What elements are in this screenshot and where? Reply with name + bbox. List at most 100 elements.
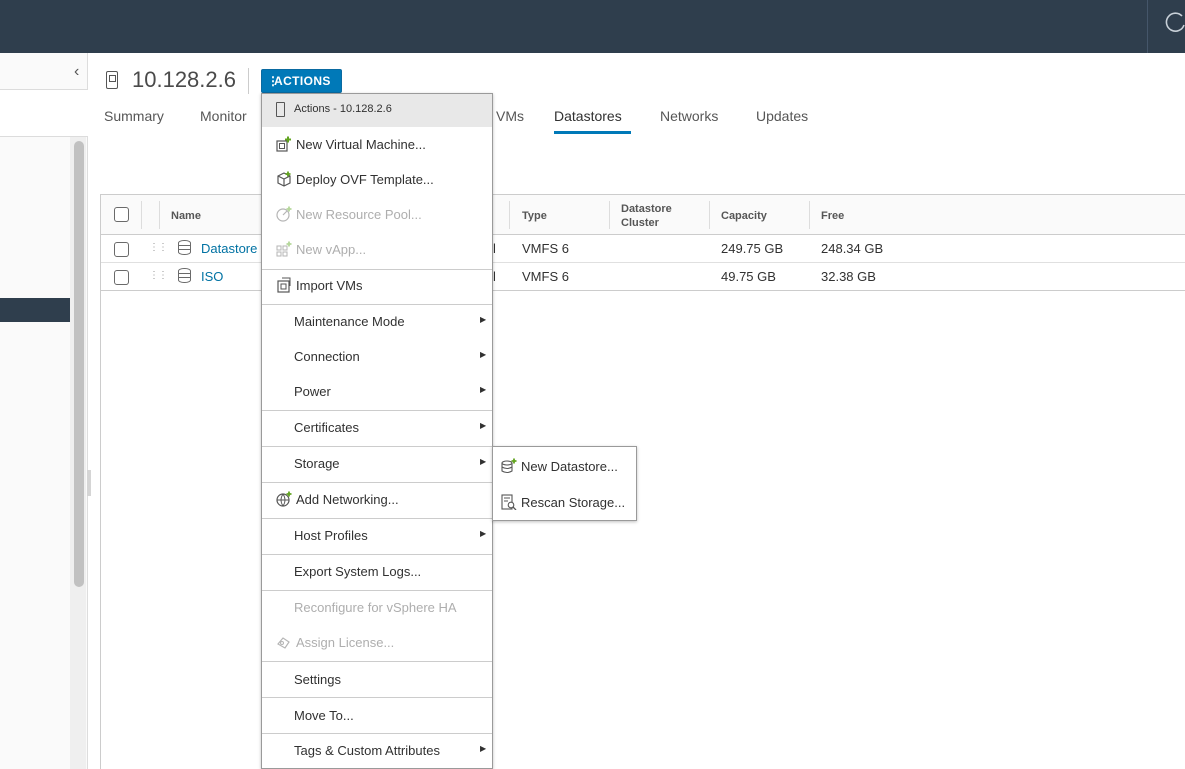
menu-item-new-vapp[interactable]: New vApp... [262,232,492,267]
tab-updates[interactable]: Updates [756,108,808,124]
menu-item-reconfigure-vsphere-ha[interactable]: Reconfigure for vSphere HA [262,590,492,625]
menu-item-settings[interactable]: Settings [262,662,492,697]
submenu-arrow-icon: ▶ [480,350,487,359]
menu-item-label: Maintenance Mode [294,314,405,329]
menu-item-storage[interactable]: Storage ▶ [262,446,492,481]
menu-item-label: Certificates [294,420,360,435]
menu-item-connection[interactable]: Connection ▶ [262,339,492,374]
menu-item-certificates[interactable]: Certificates ▶ [262,410,492,445]
menu-item-deploy-ovf-template[interactable]: Deploy OVF Template... [262,162,492,197]
menu-item-tags-custom-attributes[interactable]: Tags & Custom Attributes ▶ [262,733,492,768]
page-title: 10.128.2.6 [132,67,236,92]
refresh-icon [1165,12,1185,32]
capacity-cell: 249.75 GB [721,241,784,256]
menu-item-label: Add Networking... [296,492,399,507]
menu-item-label: Settings [294,672,341,687]
menu-item-maintenance-mode[interactable]: Maintenance Mode ▶ [262,304,492,339]
deploy-ovf-icon [277,171,291,187]
menu-item-label: Assign License... [296,635,395,650]
status-cell: l [493,241,496,256]
menu-item-label: Connection [294,349,360,364]
tab-vms[interactable]: VMs [496,108,524,124]
column-separator [609,201,610,229]
menu-item-label: Deploy OVF Template... [296,172,434,187]
menu-item-label: New Resource Pool... [296,207,422,222]
vertical-dots-icon: ⋮ [267,74,280,88]
column-separator [809,201,810,229]
menu-item-rescan-storage[interactable]: Rescan Storage... [493,485,636,520]
drag-handle-icon[interactable]: ⋮⋮ [149,242,168,253]
import-vms-icon [277,277,291,293]
submenu-arrow-icon: ▶ [480,457,487,466]
datastore-name-link[interactable]: ISO [201,269,223,284]
navigator-scroll-thumb[interactable] [74,141,84,587]
status-cell: l [493,269,496,284]
menu-item-new-datastore[interactable]: New Datastore... [493,449,636,484]
navigator-toolbar [0,89,88,137]
menu-item-move-to[interactable]: Move To... [262,698,492,733]
tab-monitor[interactable]: Monitor [200,108,247,124]
rescan-storage-icon [501,494,517,510]
column-separator [509,201,510,229]
datastore-icon [178,240,191,255]
submenu-arrow-icon: ▶ [480,385,487,394]
row-checkbox[interactable] [114,270,129,285]
tab-summary[interactable]: Summary [104,108,164,124]
drag-handle-icon[interactable]: ⋮⋮ [149,270,168,281]
menu-header: Actions - 10.128.2.6 [262,94,492,127]
host-icon [106,71,118,89]
menu-item-label: Reconfigure for vSphere HA [294,600,457,615]
column-header-datastore-cluster[interactable]: Datastore Cluster [621,202,691,230]
datastore-name-link[interactable]: Datastore [201,241,257,256]
resource-pool-icon [276,206,292,222]
actions-button[interactable]: ⋮ ACTIONS [261,69,342,93]
datastore-icon [178,268,191,283]
menu-item-new-virtual-machine[interactable]: New Virtual Machine... [262,127,492,162]
menu-item-label: New Virtual Machine... [296,137,426,152]
tab-networks[interactable]: Networks [660,108,718,124]
new-datastore-icon [501,458,517,474]
actions-dropdown-menu: Actions - 10.128.2.6 New Virtual Machine… [261,93,493,769]
menu-item-label: New vApp... [296,242,367,257]
license-icon [277,637,290,649]
active-tab-indicator [554,131,631,134]
column-header-type[interactable]: Type [522,209,547,223]
menu-item-label: Import VMs [296,278,363,293]
menu-item-label: Storage [294,456,340,471]
navigator-panel: ‹ [0,53,88,769]
title-divider [248,68,249,94]
column-separator [159,201,160,229]
free-cell: 248.34 GB [821,241,884,256]
menu-item-assign-license[interactable]: Assign License... [262,625,492,660]
host-icon [276,102,285,117]
add-networking-icon [276,491,292,507]
navigator-selected-item[interactable] [0,298,70,322]
row-checkbox[interactable] [114,242,129,257]
new-vm-icon [276,136,291,152]
menu-item-new-resource-pool[interactable]: New Resource Pool... [262,197,492,232]
menu-item-label: Move To... [294,708,354,723]
tab-datastores[interactable]: Datastores [554,108,622,124]
column-header-free[interactable]: Free [821,209,844,223]
column-separator [141,201,142,229]
menu-item-add-networking[interactable]: Add Networking... [262,482,492,517]
menu-item-label: Host Profiles [294,528,368,543]
menu-item-power[interactable]: Power ▶ [262,374,492,409]
menu-header-title: Actions - 10.128.2.6 [294,103,392,115]
type-cell: VMFS 6 [522,241,569,256]
menu-item-host-profiles[interactable]: Host Profiles ▶ [262,518,492,553]
capacity-cell: 49.75 GB [721,269,776,284]
menu-item-label: Power [294,384,331,399]
column-header-name[interactable]: Name [171,209,201,223]
vapp-icon [276,241,292,257]
column-header-capacity[interactable]: Capacity [721,209,767,223]
refresh-button[interactable] [1147,0,1185,53]
select-all-checkbox[interactable] [114,207,129,222]
collapse-panel-icon[interactable]: ‹ [74,63,79,81]
submenu-arrow-icon: ▶ [480,744,487,753]
free-cell: 32.38 GB [821,269,876,284]
submenu-arrow-icon: ▶ [480,315,487,324]
menu-item-import-vms[interactable]: Import VMs [262,268,492,303]
menu-item-export-system-logs[interactable]: Export System Logs... [262,554,492,589]
panel-splitter-handle[interactable] [87,470,91,496]
